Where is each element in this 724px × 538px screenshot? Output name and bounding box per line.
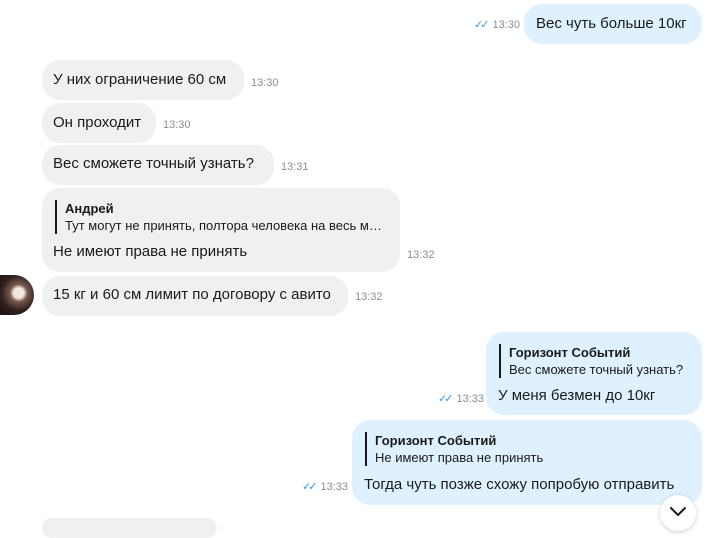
double-check-icon: ✓✓: [438, 393, 454, 405]
message-text: Вес сможете точный узнать?: [53, 155, 254, 172]
reply-quote[interactable]: Горизонт Событий Вес сможете точный узна…: [499, 344, 693, 378]
outgoing-message[interactable]: Вес чуть больше 10кг: [524, 4, 702, 44]
incoming-message[interactable]: 15 кг и 60 см лимит по договору с авито: [42, 276, 348, 316]
reply-author: Горизонт Событий: [509, 345, 631, 360]
incoming-message[interactable]: У них ограничение 60 см: [42, 60, 244, 100]
reply-text: Тут могут не принять, полтора человека н…: [65, 218, 382, 233]
message-text: 15 кг и 60 см лимит по договору с авито: [53, 286, 331, 303]
scroll-down-button[interactable]: [660, 495, 696, 531]
message-time: ✓✓ 13:30: [474, 19, 521, 31]
incoming-message[interactable]: Он проходит: [42, 103, 156, 143]
message-time: 13:30: [163, 119, 191, 131]
message-text: Тогда чуть позже схожу попробую отправит…: [364, 476, 675, 493]
message-text: У них ограничение 60 см: [53, 71, 227, 88]
message-text: Не имеют права не принять: [53, 243, 248, 260]
reply-text: Не имеют права не принять: [375, 450, 544, 465]
incoming-message[interactable]: Вес сможете точный узнать?: [42, 145, 274, 185]
message-text: Вес чуть больше 10кг: [536, 15, 687, 32]
reply-author: Андрей: [65, 201, 114, 216]
message-time: 13:31: [281, 161, 309, 173]
outgoing-message[interactable]: Горизонт Событий Вес сможете точный узна…: [486, 332, 702, 415]
double-check-icon: ✓✓: [302, 481, 318, 493]
outgoing-message[interactable]: Горизонт Событий Не имеют права не приня…: [352, 420, 702, 505]
chat-history: ✓✓ 13:30 Вес чуть больше 10кг У них огра…: [0, 0, 724, 538]
reply-author: Горизонт Событий: [375, 433, 497, 448]
incoming-message[interactable]: [42, 518, 217, 538]
message-time: 13:30: [251, 77, 279, 89]
avatar[interactable]: [0, 275, 34, 315]
message-text: У меня безмен до 10кг: [498, 387, 656, 404]
message-time: 13:32: [407, 249, 435, 261]
reply-text: Вес сможете точный узнать?: [509, 362, 684, 377]
reply-quote[interactable]: Горизонт Событий Не имеют права не приня…: [365, 432, 665, 466]
message-time: 13:32: [355, 291, 383, 303]
message-text: Он проходит: [53, 114, 142, 131]
chevron-down-icon: [670, 507, 686, 516]
double-check-icon: ✓✓: [474, 19, 490, 31]
incoming-message[interactable]: Андрей Тут могут не принять, полтора чел…: [42, 188, 400, 272]
message-time: ✓✓ 13:33: [438, 393, 485, 405]
message-time: ✓✓ 13:33: [302, 481, 349, 493]
reply-quote[interactable]: Андрей Тут могут не принять, полтора чел…: [55, 200, 385, 234]
